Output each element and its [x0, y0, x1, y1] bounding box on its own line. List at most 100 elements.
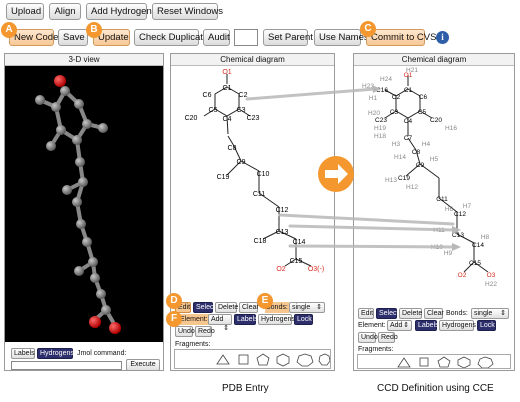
pdb-redo-button[interactable]: Redo — [195, 326, 215, 337]
ccd-atom-label: C12 — [454, 211, 466, 218]
ccd-bonds-select[interactable]: single ⇕ — [471, 308, 509, 319]
ccd-labels-button[interactable]: Labels — [415, 320, 439, 331]
viewer3d-title: 3-D view — [5, 54, 163, 66]
molecule-3d-canvas[interactable] — [5, 66, 163, 342]
pdb-atom-label: C9 — [237, 159, 246, 166]
ccd-atom-label: C5 — [418, 109, 427, 116]
jmol-command-label: Jmol command: — [77, 350, 127, 357]
ccd-atom-label: H18 — [374, 133, 386, 140]
audit-button[interactable]: Audit — [203, 29, 230, 46]
pdb-atom-label: C12 — [276, 207, 289, 214]
ccd-edit-button[interactable]: Edit — [358, 308, 374, 319]
ccd-atom-label: C3 — [390, 109, 399, 116]
reset-windows-button[interactable]: Reset Windows — [152, 3, 223, 20]
hexagon-fragment-icon[interactable] — [276, 353, 290, 367]
pdb-fragments-palette[interactable] — [174, 349, 331, 369]
callout-c: C — [360, 21, 376, 37]
hexagon-fragment-icon[interactable] — [457, 356, 471, 368]
align-button[interactable]: Align — [49, 3, 81, 20]
pdb-atom-label: C13 — [276, 229, 289, 236]
jmol-command-input[interactable] — [11, 361, 122, 370]
ccd-clear-button[interactable]: Clear — [424, 308, 444, 319]
square-fragment-icon[interactable] — [238, 354, 249, 365]
pdb-atom-label: O3(-) — [308, 266, 324, 273]
save-button[interactable]: Save — [58, 29, 88, 46]
callout-f: F — [166, 311, 182, 327]
ccd-atom-label: C8 — [412, 149, 421, 156]
ccd-atom-label: H19 — [374, 125, 386, 132]
ccd-atom-label: C6 — [419, 94, 428, 101]
ccd-bonds-value: single — [474, 310, 493, 317]
callout-d: D — [166, 293, 182, 309]
ccd-atom-label: H13 — [385, 177, 397, 184]
ccd-atom-label: C2 — [392, 94, 401, 101]
ccd-atom-label: C13 — [452, 232, 464, 239]
pdb-element-value: Add — [211, 316, 224, 323]
triangle-fragment-icon[interactable] — [397, 357, 411, 368]
ccd-atom-label: C19 — [398, 175, 410, 182]
dropdown-arrow-icon: ⇕ — [316, 304, 322, 311]
pdb-atom-label: C19 — [217, 174, 230, 181]
ccd-atom-label: H4 — [422, 141, 431, 148]
pentagon-fragment-icon[interactable] — [256, 353, 270, 366]
viewer3d-hydrogens-button[interactable]: Hydrogens — [37, 348, 74, 359]
use-names-button[interactable]: Use Names — [314, 29, 369, 46]
square-fragment-icon[interactable] — [419, 357, 429, 367]
check-duplicate-button[interactable]: Check Duplicate — [134, 29, 208, 46]
execute-button[interactable]: Execute — [126, 359, 160, 371]
pdb-atom-label: C10 — [257, 171, 270, 178]
pdb-clear-button[interactable]: Clear — [239, 302, 259, 313]
ccd-lock-button[interactable]: Lock — [477, 320, 496, 331]
pdb-atom-label: C18 — [254, 238, 267, 245]
ccd-atom-label: H6 — [445, 206, 454, 213]
pdb-select-button[interactable]: Select — [193, 302, 215, 313]
pdb-bonds-select[interactable]: single ⇕ — [289, 302, 325, 313]
ccd-atom-label: C1 — [404, 87, 413, 94]
ccd-element-label: Element: — [358, 322, 386, 329]
ccd-atom-label: C4 — [404, 118, 413, 125]
pdb-diagram-panel: Chemical diagram O1 C1 C2 C6 C5 C20 C4 C… — [166, 53, 335, 371]
pdb-delete-button[interactable]: Delete — [215, 302, 238, 313]
ccd-atom-label: C16 — [376, 87, 388, 94]
callout-e: E — [257, 293, 273, 309]
pdb-undo-button[interactable]: Undo — [175, 326, 195, 337]
ccd-delete-button[interactable]: Delete — [399, 308, 422, 319]
ccd-atom-label: H14 — [394, 154, 406, 161]
add-hydrogens-button[interactable]: Add Hydrogens — [86, 3, 156, 20]
audit-input[interactable] — [234, 29, 258, 46]
heptagon-fragment-icon[interactable] — [477, 356, 494, 368]
ccd-fragments-palette[interactable] — [357, 354, 511, 369]
pdb-element-select[interactable]: Add ⇕ — [208, 314, 232, 332]
heptagon-fragment-icon[interactable] — [296, 353, 314, 367]
pdb-diagram-canvas[interactable]: O1 C1 C2 C6 C5 C20 C4 C3 C23 C8 C9 C19 C… — [171, 66, 334, 288]
ccd-diagram-title: Chemical diagram — [354, 54, 514, 66]
ccd-redo-button[interactable]: Redo — [378, 332, 398, 343]
pentagon-fragment-icon[interactable] — [437, 356, 451, 368]
ccd-element-select[interactable]: Add ⇕ — [387, 320, 412, 331]
ccd-atom-label: C9 — [416, 162, 425, 169]
callout-a: A — [1, 22, 17, 38]
pdb-hydrogens-button[interactable]: Hydrogens — [258, 314, 295, 325]
pdb-atom-label: C8 — [228, 145, 237, 152]
ccd-diagram-canvas[interactable]: H21 O1 H23 H24 C16 C1 C2 H1 H20 C3 C6 C5… — [354, 66, 514, 304]
pdb-atom-label: C14 — [293, 239, 306, 246]
ccd-atom-label: C14 — [472, 242, 484, 249]
pdb-atom-label: C15 — [290, 258, 303, 265]
ccd-hydrogens-button[interactable]: Hydrogens — [439, 320, 476, 331]
ccd-atom-label: H3 — [392, 141, 401, 148]
info-icon[interactable]: i — [436, 31, 449, 44]
upload-button[interactable]: Upload — [6, 3, 44, 20]
ccd-atom-label: C23 — [375, 117, 387, 124]
pdb-labels-button[interactable]: Labels — [234, 314, 258, 325]
pdb-lock-button[interactable]: Lock — [294, 314, 313, 325]
triangle-fragment-icon[interactable] — [216, 354, 230, 365]
ccd-select-button[interactable]: Select — [376, 308, 398, 319]
viewer3d-labels-button[interactable]: Labels — [11, 348, 35, 359]
ccd-atom-label: C7 — [404, 135, 413, 142]
ccd-caption: CCD Definition using CCE — [377, 383, 494, 394]
set-parent-button[interactable]: Set Parent — [263, 29, 313, 46]
ccd-atom-label: H1 — [369, 95, 378, 102]
pdb-caption: PDB Entry — [222, 383, 269, 394]
ccd-undo-button[interactable]: Undo — [358, 332, 378, 343]
octagon-fragment-icon[interactable] — [318, 353, 330, 366]
